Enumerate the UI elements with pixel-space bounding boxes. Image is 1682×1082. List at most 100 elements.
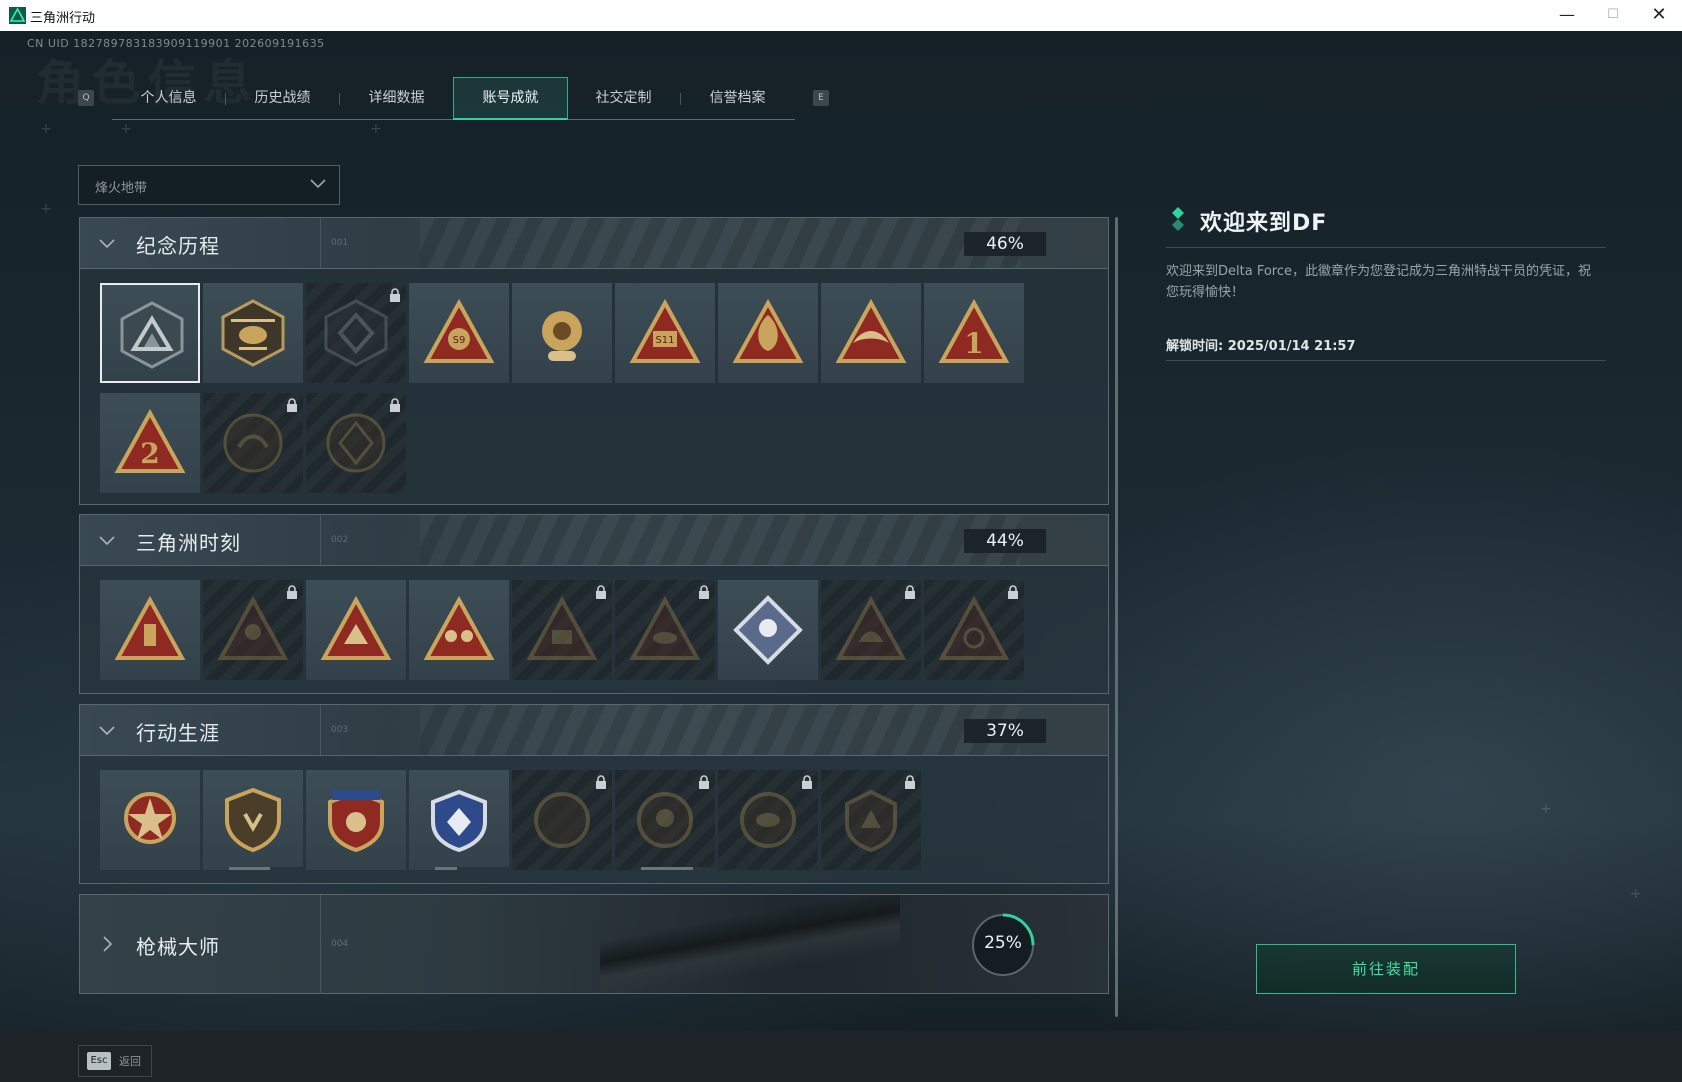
badge-helicopter[interactable] <box>203 283 303 383</box>
badge-usb[interactable] <box>100 580 200 680</box>
usb-emblem-icon <box>114 595 186 660</box>
tab-details[interactable]: 详细数据 <box>340 77 453 119</box>
lock-icon <box>596 775 606 789</box>
mode-filter-value: 烽火地带 <box>95 181 148 196</box>
game-screen: 角色信息 CN UID 18278978318390911990​1 20260… <box>0 31 1682 1082</box>
badge-number-1[interactable]: 1 <box>924 283 1024 383</box>
minimize-button[interactable]: — <box>1544 0 1590 31</box>
decor-crosshair-icon: + <box>40 121 52 137</box>
svg-text:S11: S11 <box>655 335 674 346</box>
tab-next-key-hint[interactable]: E <box>813 90 829 106</box>
badge-progress-bar <box>229 867 303 870</box>
section-number: 002 <box>320 515 348 565</box>
badge-locked[interactable] <box>821 580 921 680</box>
section-number: 004 <box>320 895 348 993</box>
badge-locked[interactable] <box>203 580 303 680</box>
section-number: 003 <box>320 705 348 755</box>
badge-crest-medal[interactable] <box>306 770 406 870</box>
window-title: 三角洲行动 <box>30 11 96 26</box>
badge-number-2[interactable]: 2 <box>100 393 200 493</box>
wolf-medal-icon <box>845 789 897 853</box>
section-number: 001 <box>320 218 348 268</box>
tab-history[interactable]: 历史战绩 <box>226 77 339 119</box>
team-emblem-icon <box>423 595 495 660</box>
svg-text:2: 2 <box>140 437 159 470</box>
badge-hands[interactable] <box>306 580 406 680</box>
badge-locked[interactable] <box>821 770 921 870</box>
helicopter-emblem-icon <box>221 299 285 367</box>
diamond-marker-icon <box>1172 207 1184 231</box>
section-title: 枪械大师 <box>136 935 220 959</box>
badge-team[interactable] <box>409 580 509 680</box>
badge-locked[interactable] <box>924 580 1024 680</box>
badge-locked[interactable] <box>615 770 715 870</box>
lock-icon <box>905 585 915 599</box>
crest-medal-icon <box>328 789 384 853</box>
badge-diamond-medal[interactable] <box>409 770 509 870</box>
badge-locked[interactable] <box>512 580 612 680</box>
decor-crosshair-icon: + <box>120 121 132 137</box>
tab-prev-key-hint[interactable]: Q <box>78 90 94 106</box>
lock-icon <box>390 288 400 302</box>
badge-welcome-df[interactable] <box>100 283 200 383</box>
go-equip-button[interactable]: 前往装配 <box>1256 944 1516 994</box>
list-scrollbar[interactable] <box>1115 217 1118 1017</box>
rose-diamond-emblem-icon <box>733 595 803 665</box>
triangle-emblem-icon <box>120 301 184 369</box>
detail-title: 欢迎来到DF <box>1200 211 1328 236</box>
flame-emblem-icon <box>732 298 804 363</box>
maximize-button[interactable]: ☐ <box>1590 0 1636 31</box>
badge-locked[interactable] <box>615 580 715 680</box>
back-button[interactable]: Esc 返回 <box>78 1045 152 1077</box>
section-title: 行动生涯 <box>136 721 220 745</box>
badge-locked[interactable] <box>306 393 406 493</box>
tab-social[interactable]: 社交定制 <box>567 77 680 119</box>
hands-emblem-icon <box>320 595 392 660</box>
badge-s11[interactable]: S11 <box>615 283 715 383</box>
badge-locked[interactable] <box>512 770 612 870</box>
fish-emblem-icon <box>629 595 701 660</box>
badge-shield-medal[interactable] <box>203 770 303 870</box>
decor-crosshair-icon: + <box>370 121 382 137</box>
seal-emblem-icon <box>223 413 283 473</box>
section-progress: 37% <box>964 719 1046 743</box>
badge-wing[interactable] <box>821 283 921 383</box>
app-logo-icon <box>9 7 26 24</box>
badge-flame[interactable] <box>718 283 818 383</box>
section-weapon-master[interactable]: 枪械大师 004 25% <box>79 894 1109 994</box>
detail-unlock-time: 解锁时间: 2025/01/14 21:57 <box>1166 339 1356 354</box>
section-header[interactable]: 三角洲时刻 002 44% <box>80 515 1108 566</box>
wing-emblem-icon <box>835 298 907 363</box>
badge-locked[interactable] <box>718 770 818 870</box>
window-titlebar: 三角洲行动 — ☐ ✕ <box>0 0 1682 32</box>
badge-progress-bar <box>641 867 715 870</box>
section-header[interactable]: 行动生涯 003 37% <box>80 705 1108 756</box>
section-progress: 25% <box>984 933 1022 953</box>
section-delta-moments: 三角洲时刻 002 44% <box>79 514 1109 694</box>
tab-bar: 个人信息 历史战绩 详细数据 账号成就 社交定制 信誉档案 <box>112 77 795 120</box>
svg-text:1: 1 <box>964 327 983 360</box>
badge-locked[interactable] <box>306 283 406 383</box>
number-two-emblem-icon: 2 <box>114 408 186 473</box>
tab-achievements[interactable]: 账号成就 <box>453 77 568 120</box>
tab-profile[interactable]: 个人信息 <box>112 77 225 119</box>
decor-crosshair-icon: + <box>1540 801 1552 817</box>
detail-description: 欢迎来到Delta Force，此徽章作为您登记成为三角洲特战干员的凭证，祝您玩… <box>1166 264 1591 300</box>
badge-s10[interactable] <box>512 283 612 383</box>
lock-icon <box>390 398 400 412</box>
number-one-emblem-icon: 1 <box>938 298 1010 363</box>
section-header[interactable]: 纪念历程 001 46% <box>80 218 1108 269</box>
badge-locked[interactable] <box>203 393 303 493</box>
badge-star-medal[interactable] <box>100 770 200 870</box>
section-career: 行动生涯 003 37% <box>79 704 1109 884</box>
close-button[interactable]: ✕ <box>1636 0 1682 31</box>
back-label: 返回 <box>119 1055 141 1068</box>
badge-progress-bar <box>435 867 509 870</box>
lock-icon <box>699 775 709 789</box>
badge-rose-diamond[interactable] <box>718 580 818 680</box>
tab-reputation[interactable]: 信誉档案 <box>681 77 794 119</box>
star-medal-icon <box>124 792 176 844</box>
mode-filter-dropdown[interactable]: 烽火地带 <box>78 165 340 205</box>
section-header[interactable]: 枪械大师 004 25% <box>80 895 1108 993</box>
badge-s9[interactable]: S9 <box>409 283 509 383</box>
